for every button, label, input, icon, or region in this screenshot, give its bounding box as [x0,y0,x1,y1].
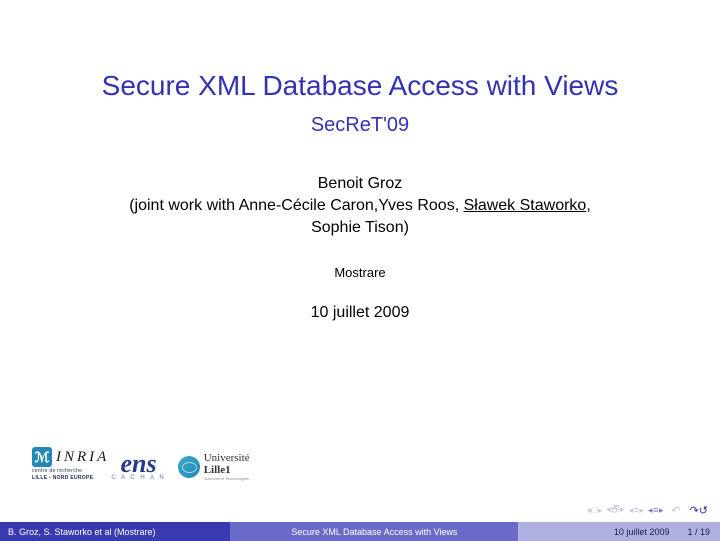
collaborators-line1: (joint work with Anne-Cécile Caron,Yves … [0,197,720,215]
logos-row: ℳ INRIA centre de recherche LILLE - NORD… [32,447,250,481]
nav-back-button[interactable]: ↶ [671,504,680,517]
slide-content: Secure XML Database Access with Views Se… [0,0,720,322]
collaborators-line2: Sophie Tison) [0,219,720,237]
slide: Secure XML Database Access with Views Se… [0,0,720,541]
lille-bot: Lille1 [204,464,250,476]
footer-title: Secure XML Database Access with Views [230,522,518,541]
footer-page: 1 / 19 [687,527,710,537]
inria-centre: centre de recherche [32,468,82,474]
slide-subtitle: SecReT'09 [0,114,720,137]
ens-sub: C A C H A N [111,475,165,481]
nav-prev-button[interactable]: ◂ 🗗 ▸ [606,502,624,518]
lille-sub: Sciences et Technologies [204,476,250,481]
footer-bar: B. Groz, S. Staworko et al (Mostrare) Se… [0,522,720,541]
nav-next-button[interactable]: ◂ ≡ ▸ [629,505,643,516]
lille-logo: Université Lille1 Sciences et Technologi… [178,452,250,481]
nav-toolbar: ◂ □ ▸ ◂ 🗗 ▸ ◂ ≡ ▸ ◂ ≡ ▸ ↶ ↷↺ [587,502,708,518]
nav-first-button[interactable]: ◂ □ ▸ [587,505,601,516]
nav-redo-button[interactable]: ↷↺ [690,504,708,517]
inria-name: INRIA [56,449,109,466]
inria-logo: ℳ INRIA centre de recherche LILLE - NORD… [32,447,109,481]
inria-glyph-icon: ℳ [32,447,52,467]
author-name: Benoit Groz [0,175,720,193]
inria-logo-top: ℳ INRIA [32,447,109,467]
footer-right: 10 juillet 2009 1 / 19 [518,522,720,541]
collab-suffix: , [586,197,590,214]
lille-text: Université Lille1 Sciences et Technologi… [204,452,250,481]
footer-authors: B. Groz, S. Staworko et al (Mostrare) [0,522,230,541]
ens-name: ens [120,454,156,475]
globe-icon [178,456,200,478]
lille-top: Université [204,452,250,464]
inria-tagline: LILLE - NORD EUROPE [32,475,93,481]
collab-underlined: Sławek Staworko [464,197,587,214]
nav-last-button[interactable]: ◂ ≡ ▸ [648,505,662,516]
slide-title: Secure XML Database Access with Views [0,70,720,102]
institute: Mostrare [0,265,720,280]
ens-logo: ens C A C H A N [111,454,165,481]
footer-date: 10 juillet 2009 [614,527,670,537]
date: 10 juillet 2009 [0,304,720,322]
collab-prefix: (joint work with Anne-Cécile Caron,Yves … [129,197,463,214]
